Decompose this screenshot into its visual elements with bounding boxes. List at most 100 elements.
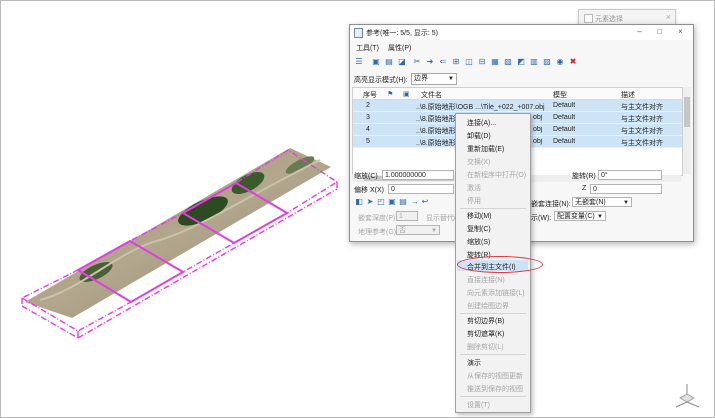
menu-deactivate[interactable]: 停用 [467,196,481,206]
row-file-tail: obj [533,126,543,133]
col-model[interactable]: 模型 [553,90,567,100]
clip-delete-icon[interactable]: ▨ [542,57,552,67]
title-bar[interactable]: 参考(唯一: 5/5, 显示: 5) – □ × [350,25,693,40]
menu-create-drawing-boundary[interactable]: 创建绘图边界 [467,301,509,311]
clip-icon[interactable]: ▦ [490,57,500,67]
tree-view-icon[interactable]: ☰ [354,57,364,67]
row-index: 5 [366,138,370,145]
menu-properties[interactable]: 属性(P) [388,43,411,53]
table-header: 序号 ⚑ ▣ 文件名 模型 描述 [353,88,682,100]
clip-front-icon[interactable]: ◩ [516,57,526,67]
menu-scale[interactable]: 缩放(S) [467,237,490,247]
menu-direct-attach[interactable]: 直接连接(N) [467,275,505,285]
menu-add-link[interactable]: 向元素添加链接(L) [467,288,525,298]
nested-attach-value: 无嵌套(N) [575,199,606,206]
display-mode-label: 高亮显示模式(H): [354,77,408,84]
select-icon[interactable]: ◧ [354,197,364,207]
menu-activate[interactable]: 激活 [467,183,481,193]
chevron-down-icon: ▼ [431,228,437,234]
rotate-field[interactable]: 0° [598,170,662,180]
manipulation-toolbar: ◧ ➤ ◰ ▣ ▤ → ↩ [354,197,454,208]
row-file: ..\8.原始地形\OGB ...\Tile_+022_+007.obj [416,104,545,111]
menu-exchange[interactable]: 交换(X) [467,157,490,167]
menu-open-new[interactable]: 在新程序中打开(O) [467,170,526,180]
menu-separator [460,313,526,314]
menu-settings[interactable]: 设置(T) [467,400,490,410]
row-desc: 与主文件对齐 [621,116,663,123]
close-icon[interactable]: × [673,26,688,38]
geo-ref-label: 地理参考(G): [358,229,399,236]
attach-icon[interactable]: ▣ [371,57,381,67]
row-desc: 与主文件对齐 [621,140,663,147]
rotate-icon[interactable]: ◫ [464,57,474,67]
clip-back-icon[interactable]: ▥ [529,57,539,67]
arrow-right-icon[interactable]: → [410,197,420,207]
row-model: Default [553,138,576,145]
chevron-down-icon: ▼ [623,200,629,206]
menu-reload[interactable]: 重新加载(E) [467,144,504,154]
nested-depth-field[interactable]: 1 [396,211,418,221]
z-field[interactable]: 0 [590,184,662,194]
config-variable-value: 配置变量(C) [557,213,595,220]
menu-attach[interactable]: 连接(A)... [467,118,496,128]
menu-delete-clip[interactable]: 删除剪切(L) [467,342,504,352]
menu-bar: 工具(T) 属性(P) [350,41,693,53]
geo-ref-select[interactable]: 否 ▼ [396,225,440,235]
vertical-scrollbar[interactable] [683,87,691,174]
nested-attach-select[interactable]: 无嵌套(N) ▼ [572,197,632,207]
show-label: 示(W): [531,215,552,222]
hilite-col-icon[interactable]: ▣ [403,90,410,98]
level-icon[interactable]: ▤ [398,197,408,207]
delete-icon[interactable]: ✖ [568,57,578,67]
col-description[interactable]: 描述 [621,90,635,100]
fence-icon[interactable]: ◰ [376,197,386,207]
arrow-left-icon[interactable]: ↩ [420,197,430,207]
scale-field[interactable]: 1.000000000 [382,170,454,180]
menu-copy[interactable]: 复制(C) [467,224,491,234]
menu-move[interactable]: 移动(M) [467,211,492,221]
col-filename[interactable]: 文件名 [421,90,442,100]
menu-separator [460,208,526,209]
display-mode-select[interactable]: 边界 ▼ [411,73,457,85]
menu-clip-boundary[interactable]: 剪切边界(B) [467,316,504,326]
menu-detach[interactable]: 卸载(D) [467,131,491,141]
menu-tools[interactable]: 工具(T) [356,43,379,53]
settings-icon[interactable]: ✂ [412,57,422,67]
reload-icon[interactable]: ◪ [397,57,407,67]
row-desc: 与主文件对齐 [621,128,663,135]
display-override-label: 显示替代( [426,215,457,222]
hilite-icon[interactable]: ◉ [555,57,565,67]
geo-ref-value: 否 [399,227,406,234]
view-orientation-icon[interactable] [672,380,702,410]
layer-icon[interactable]: ▣ [387,197,397,207]
row-model: Default [553,102,576,109]
menu-update-from-saved-view[interactable]: 从保存的视图更新 [467,371,523,381]
config-variable-select[interactable]: 配置变量(C) ▼ [554,211,606,221]
minimize-icon[interactable]: – [632,26,647,38]
copy-icon[interactable]: ⇐ [438,57,448,67]
close-icon[interactable]: × [666,12,671,22]
nested-attach-label: 嵌套连接(N): [531,201,571,208]
row-file-tail: obj [533,114,543,121]
maximize-icon[interactable]: □ [652,26,667,38]
move-icon[interactable]: ➜ [425,57,435,67]
toolbar: ☰ ▣ ▤ ◪ ✂ ➜ ⇐ ⊞ ◫ ⊟ ▦ ▧ ◩ ▥ ▨ ◉ ✖ [354,56,689,70]
col-index[interactable]: 序号 [363,90,377,100]
mirror-icon[interactable]: ⊟ [477,57,487,67]
clip-mask-icon[interactable]: ▧ [503,57,513,67]
offset-x-field[interactable]: 0 [388,184,454,194]
scroll-thumb[interactable] [684,97,690,127]
menu-push-to-saved-view[interactable]: 推送到保存的视图 [467,384,523,394]
pointer-icon[interactable]: ➤ [365,197,375,207]
row-desc: 与主文件对齐 [621,104,663,111]
detach-icon[interactable]: ▤ [384,57,394,67]
table-row[interactable]: 2 ..\8.原始地形\OGB ...\Tile_+022_+007.obj D… [353,100,682,112]
z-label: Z [582,185,587,192]
offset-x-label: 偏移 X(X) [354,187,384,194]
menu-clip-mask[interactable]: 剪切遮罩(K) [467,329,504,339]
nested-depth-label: 嵌套深度(P): [358,215,398,222]
scale-icon[interactable]: ⊞ [451,57,461,67]
menu-separator [460,354,526,355]
menu-present[interactable]: 演示 [467,358,481,368]
flag-icon[interactable]: ⚑ [387,90,393,98]
